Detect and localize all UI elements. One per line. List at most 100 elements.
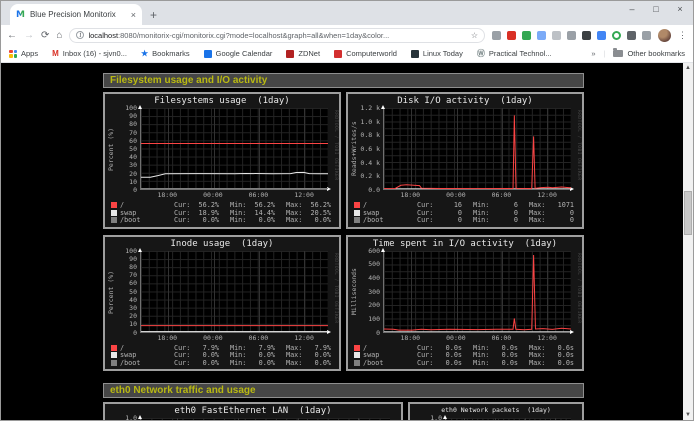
copy-tabs-extension-icon[interactable] — [537, 31, 546, 40]
y-axis-label: Percent (%) — [107, 251, 116, 333]
bookmark-label: Bookmarks — [152, 49, 190, 58]
wordpress-icon: Ⓦ — [477, 50, 485, 58]
legend-row: /Cur: 7.9%Min: 7.9%Max: 7.9% — [107, 344, 337, 352]
session-globe-extension-icon[interactable] — [522, 31, 531, 40]
gmail-checker-extension-icon[interactable] — [507, 31, 516, 40]
x-axis-ticks: 18:0000:0006:0012:00 — [383, 333, 571, 342]
extensions-puzzle-icon[interactable] — [627, 31, 636, 40]
zdnet-icon — [286, 50, 294, 58]
legend-series-name: /boot — [120, 216, 140, 224]
chart-plot-area — [383, 108, 571, 190]
status-extension-icon[interactable] — [612, 31, 621, 40]
back-button[interactable]: ← — [7, 30, 17, 41]
bookmark-label: Practical Technol... — [489, 49, 552, 58]
tab-close-icon[interactable]: × — [131, 10, 136, 20]
chart-panel[interactable]: Filesystems usage (1day)Percent (%)10090… — [103, 92, 341, 229]
bookmark-item[interactable]: ZDNet — [286, 49, 320, 58]
gmail-icon: M — [52, 50, 59, 58]
other-bookmarks-button[interactable]: Other bookmarks — [613, 49, 685, 58]
chart-plot-area — [445, 418, 571, 420]
address-bar[interactable]: i localhost:8080/monitorix-cgi/monitorix… — [69, 28, 485, 43]
legend-min-value: Min: 0.0% — [225, 359, 281, 367]
new-tab-button[interactable]: + — [150, 8, 157, 22]
chart-panel[interactable]: eth0 FastEthernet LAN (1day)1.00.90.80.7… — [103, 402, 403, 420]
browser-menu-icon[interactable]: ⋮ — [678, 30, 687, 41]
chart-title: eth0 FastEthernet LAN (1day) — [107, 406, 399, 418]
legend-color-swatch — [354, 210, 360, 216]
legend-color-swatch — [111, 360, 117, 366]
screenshot-extension-icon[interactable] — [582, 31, 591, 40]
x-axis-ticks: 18:0000:0006:0012:00 — [140, 333, 328, 342]
browser-tab[interactable]: M Blue Precision Monitorix × — [10, 4, 142, 25]
bookmark-label: Linux Today — [423, 49, 463, 58]
rrdtool-watermark: RRDTOOL / TOBI OETIKER — [333, 253, 338, 324]
legend-row: /Cur: 0.0sMin: 0.0sMax: 0.6s — [350, 344, 580, 352]
bookmark-label: Apps — [21, 49, 38, 58]
bookmark-item[interactable]: Computerworld — [334, 49, 397, 58]
bookmark-label: ZDNet — [298, 49, 320, 58]
browser-toolbar: ← → ⟳ ⌂ i localhost:8080/monitorix-cgi/m… — [1, 25, 693, 45]
forward-button[interactable]: → — [24, 30, 34, 41]
bookmark-star-icon[interactable]: ☆ — [471, 31, 478, 40]
messenger-extension-icon[interactable] — [597, 31, 606, 40]
legend-color-swatch — [111, 352, 117, 358]
window-close-button[interactable]: × — [675, 4, 685, 14]
legend-row: /bootCur: 0.0sMin: 0.0sMax: 0.0s — [350, 359, 580, 367]
monitorix-favicon-icon: M — [16, 10, 25, 20]
legend-color-swatch — [354, 217, 360, 223]
series-line-/ — [384, 115, 571, 188]
legend-cur-value: Cur: 0.0% — [169, 216, 225, 224]
bookmark-item[interactable]: ★ Bookmarks — [141, 49, 190, 58]
home-button[interactable]: ⌂ — [56, 30, 62, 41]
chart-panel[interactable]: Time spent in I/O activity (1day)Millise… — [346, 235, 584, 372]
window-minimize-button[interactable]: – — [627, 4, 637, 14]
bookmark-item[interactable]: Ⓦ Practical Technol... — [477, 49, 552, 58]
bookmark-item[interactable]: MInbox (16) - sjvn0... — [52, 49, 127, 58]
chart-row: Inode usage (1day)Percent (%)10090807060… — [103, 235, 584, 372]
legend-min-value: Min: 0.0s — [468, 359, 524, 367]
tab-title: Blue Precision Monitorix — [30, 10, 126, 19]
bookmark-item[interactable]: Linux Today — [411, 49, 463, 58]
chart-plot-area — [140, 108, 328, 190]
legend-min-value: Min: 0 — [468, 216, 524, 224]
chart-plot-area — [140, 251, 328, 333]
x-axis-ticks: 18:0000:0006:0012:00 — [383, 190, 571, 199]
bookmarks-overflow-chevron[interactable]: » — [591, 49, 595, 58]
search-extension-icon[interactable] — [492, 31, 501, 40]
window-maximize-button[interactable]: □ — [651, 4, 661, 14]
scrollbar-up-icon[interactable]: ▲ — [683, 63, 693, 73]
profile-avatar[interactable] — [658, 29, 671, 42]
y-axis-ticks: 1.00.90.80.70.60.50.40.30.20.10.0 — [116, 418, 140, 420]
bookmarks-list: Apps MInbox (16) - sjvn0... ★ Bookmarks Goog… — [9, 49, 552, 58]
tab-strip: M Blue Precision Monitorix × + – □ × — [1, 1, 693, 25]
chart-panel[interactable]: eth0 Network packets (1day)1.00.90.80.70… — [408, 402, 584, 420]
legend-color-swatch — [354, 345, 360, 351]
legend-max-value: Max: 0.0% — [281, 216, 337, 224]
extensions-row — [492, 31, 651, 40]
y-axis-label: Milliseconds — [350, 251, 359, 333]
chart-panel[interactable]: Disk I/O activity (1day)Reads+Writes/s1.… — [346, 92, 584, 229]
y-axis-ticks: 1009080706050403020100 — [116, 108, 140, 190]
reload-button[interactable]: ⟳ — [41, 30, 49, 41]
y-axis-label: Reads+Writes/s — [350, 108, 359, 190]
scrollbar-down-icon[interactable]: ▼ — [683, 410, 693, 420]
bookmark-item[interactable]: Apps — [9, 49, 38, 58]
bookmark-item[interactable]: Google Calendar — [204, 49, 273, 58]
legend-color-swatch — [111, 217, 117, 223]
chart-legend: /Cur: 56.2%Min: 56.2%Max: 56.2%swapCur: … — [107, 201, 337, 224]
page-info-icon[interactable]: i — [76, 31, 84, 39]
scrollbar-thumb[interactable] — [684, 191, 692, 235]
chart-panel[interactable]: Inode usage (1day)Percent (%)10090807060… — [103, 235, 341, 372]
tab-list-icon[interactable] — [642, 31, 651, 40]
calendar-icon — [204, 50, 212, 58]
notes-extension-icon[interactable] — [552, 31, 561, 40]
page-scrollbar[interactable]: ▲ ▼ — [683, 63, 693, 420]
legend-row: swapCur: 0.0%Min: 0.0%Max: 0.0% — [107, 351, 337, 359]
monitorix-content: Filesystem usage and I/O activityFilesys… — [103, 73, 584, 420]
adblock-extension-icon[interactable] — [567, 31, 576, 40]
url-text[interactable]: localhost:8080/monitorix-cgi/monitorix.c… — [88, 31, 466, 40]
legend-max-value: Max: 0.0s — [524, 359, 580, 367]
chart-legend: /Cur: 16Min: 6Max: 1071swapCur: 0Min: 0M… — [350, 201, 580, 224]
star-icon: ★ — [141, 50, 148, 58]
series-line-swap — [141, 172, 328, 177]
